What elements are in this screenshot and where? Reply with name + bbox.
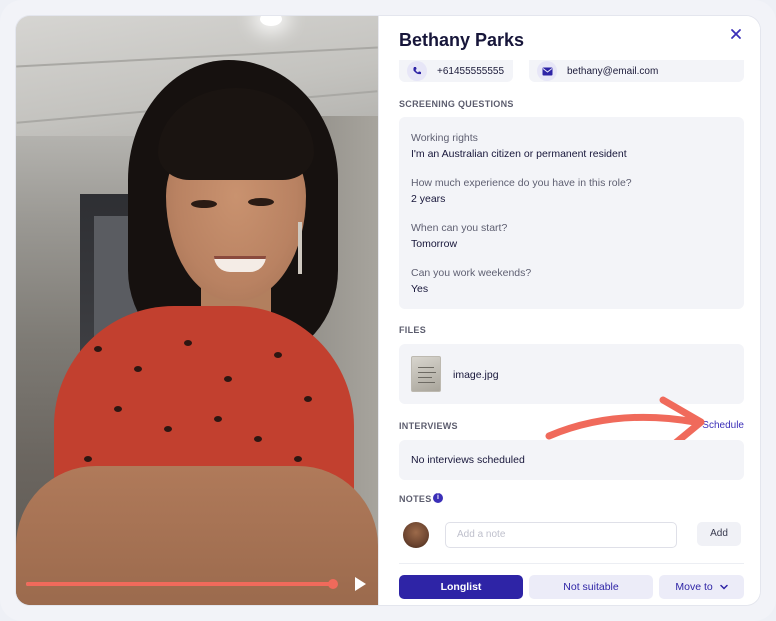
files-heading: FILES (399, 325, 427, 335)
move-to-label: Move to (675, 581, 713, 593)
question-text: Can you work weekends? (411, 267, 532, 279)
shirt-pattern (94, 346, 102, 352)
shirt-pattern (164, 426, 172, 432)
phone-contact[interactable]: +61455555555 (399, 60, 513, 82)
longlist-button[interactable]: Longlist (399, 575, 523, 599)
notes-heading: NOTES (399, 494, 432, 504)
note-input[interactable]: Add a note (445, 522, 677, 548)
add-note-button[interactable]: Add (697, 522, 741, 546)
chevron-down-icon (719, 584, 728, 590)
shirt-pattern (304, 396, 312, 402)
question-text: How much experience do you have in this … (411, 177, 632, 189)
close-button[interactable] (726, 24, 746, 44)
interviews-box: No interviews scheduled (399, 440, 744, 480)
video-eye (191, 200, 217, 208)
candidate-name: Bethany Parks (399, 30, 525, 50)
phone-icon (407, 61, 427, 81)
phone-number: +61455555555 (437, 65, 505, 77)
move-to-button[interactable]: Move to (659, 575, 744, 599)
answer-text: 2 years (411, 193, 446, 205)
not-suitable-button[interactable]: Not suitable (529, 575, 653, 599)
shirt-pattern (114, 406, 122, 412)
screening-questions-box: Working rights I'm an Australian citizen… (399, 117, 744, 309)
play-icon (355, 577, 366, 591)
shirt-pattern (184, 340, 192, 346)
shirt-pattern (134, 366, 142, 372)
answer-text: I'm an Australian citizen or permanent r… (411, 148, 627, 160)
file-thumbnail (411, 356, 441, 392)
candidate-card: Bethany Parks +61455555555 bethany@email… (16, 16, 760, 605)
candidate-video[interactable] (16, 16, 378, 605)
shirt-pattern (274, 352, 282, 358)
close-icon (731, 29, 741, 39)
candidate-panel: Bethany Parks +61455555555 bethany@email… (378, 16, 760, 605)
email-address: bethany@email.com (567, 65, 659, 77)
video-earring (298, 222, 302, 274)
shirt-pattern (254, 436, 262, 442)
avatar (403, 522, 429, 548)
video-progress-fill (26, 582, 333, 586)
file-name: image.jpg (453, 369, 499, 381)
email-contact[interactable]: bethany@email.com (529, 60, 744, 82)
no-interviews-text: No interviews scheduled (411, 454, 525, 466)
screening-questions-heading: SCREENING QUESTIONS (399, 99, 514, 109)
question-text: When can you start? (411, 222, 508, 234)
video-eye (248, 198, 274, 206)
shirt-pattern (214, 416, 222, 422)
shirt-pattern (224, 376, 232, 382)
divider (399, 563, 744, 564)
answer-text: Tomorrow (411, 238, 458, 250)
info-icon[interactable]: i (433, 493, 443, 503)
video-progress-bar[interactable] (26, 579, 338, 589)
video-smile (214, 256, 266, 272)
shirt-pattern (294, 456, 302, 462)
email-icon (537, 61, 557, 81)
app-frame: Bethany Parks +61455555555 bethany@email… (0, 0, 776, 621)
answer-text: Yes (411, 283, 429, 295)
question-text: Working rights (411, 132, 478, 144)
shirt-pattern (84, 456, 92, 462)
interviews-heading: INTERVIEWS (399, 421, 458, 431)
play-button[interactable] (352, 574, 368, 594)
video-progress-handle[interactable] (327, 579, 338, 589)
